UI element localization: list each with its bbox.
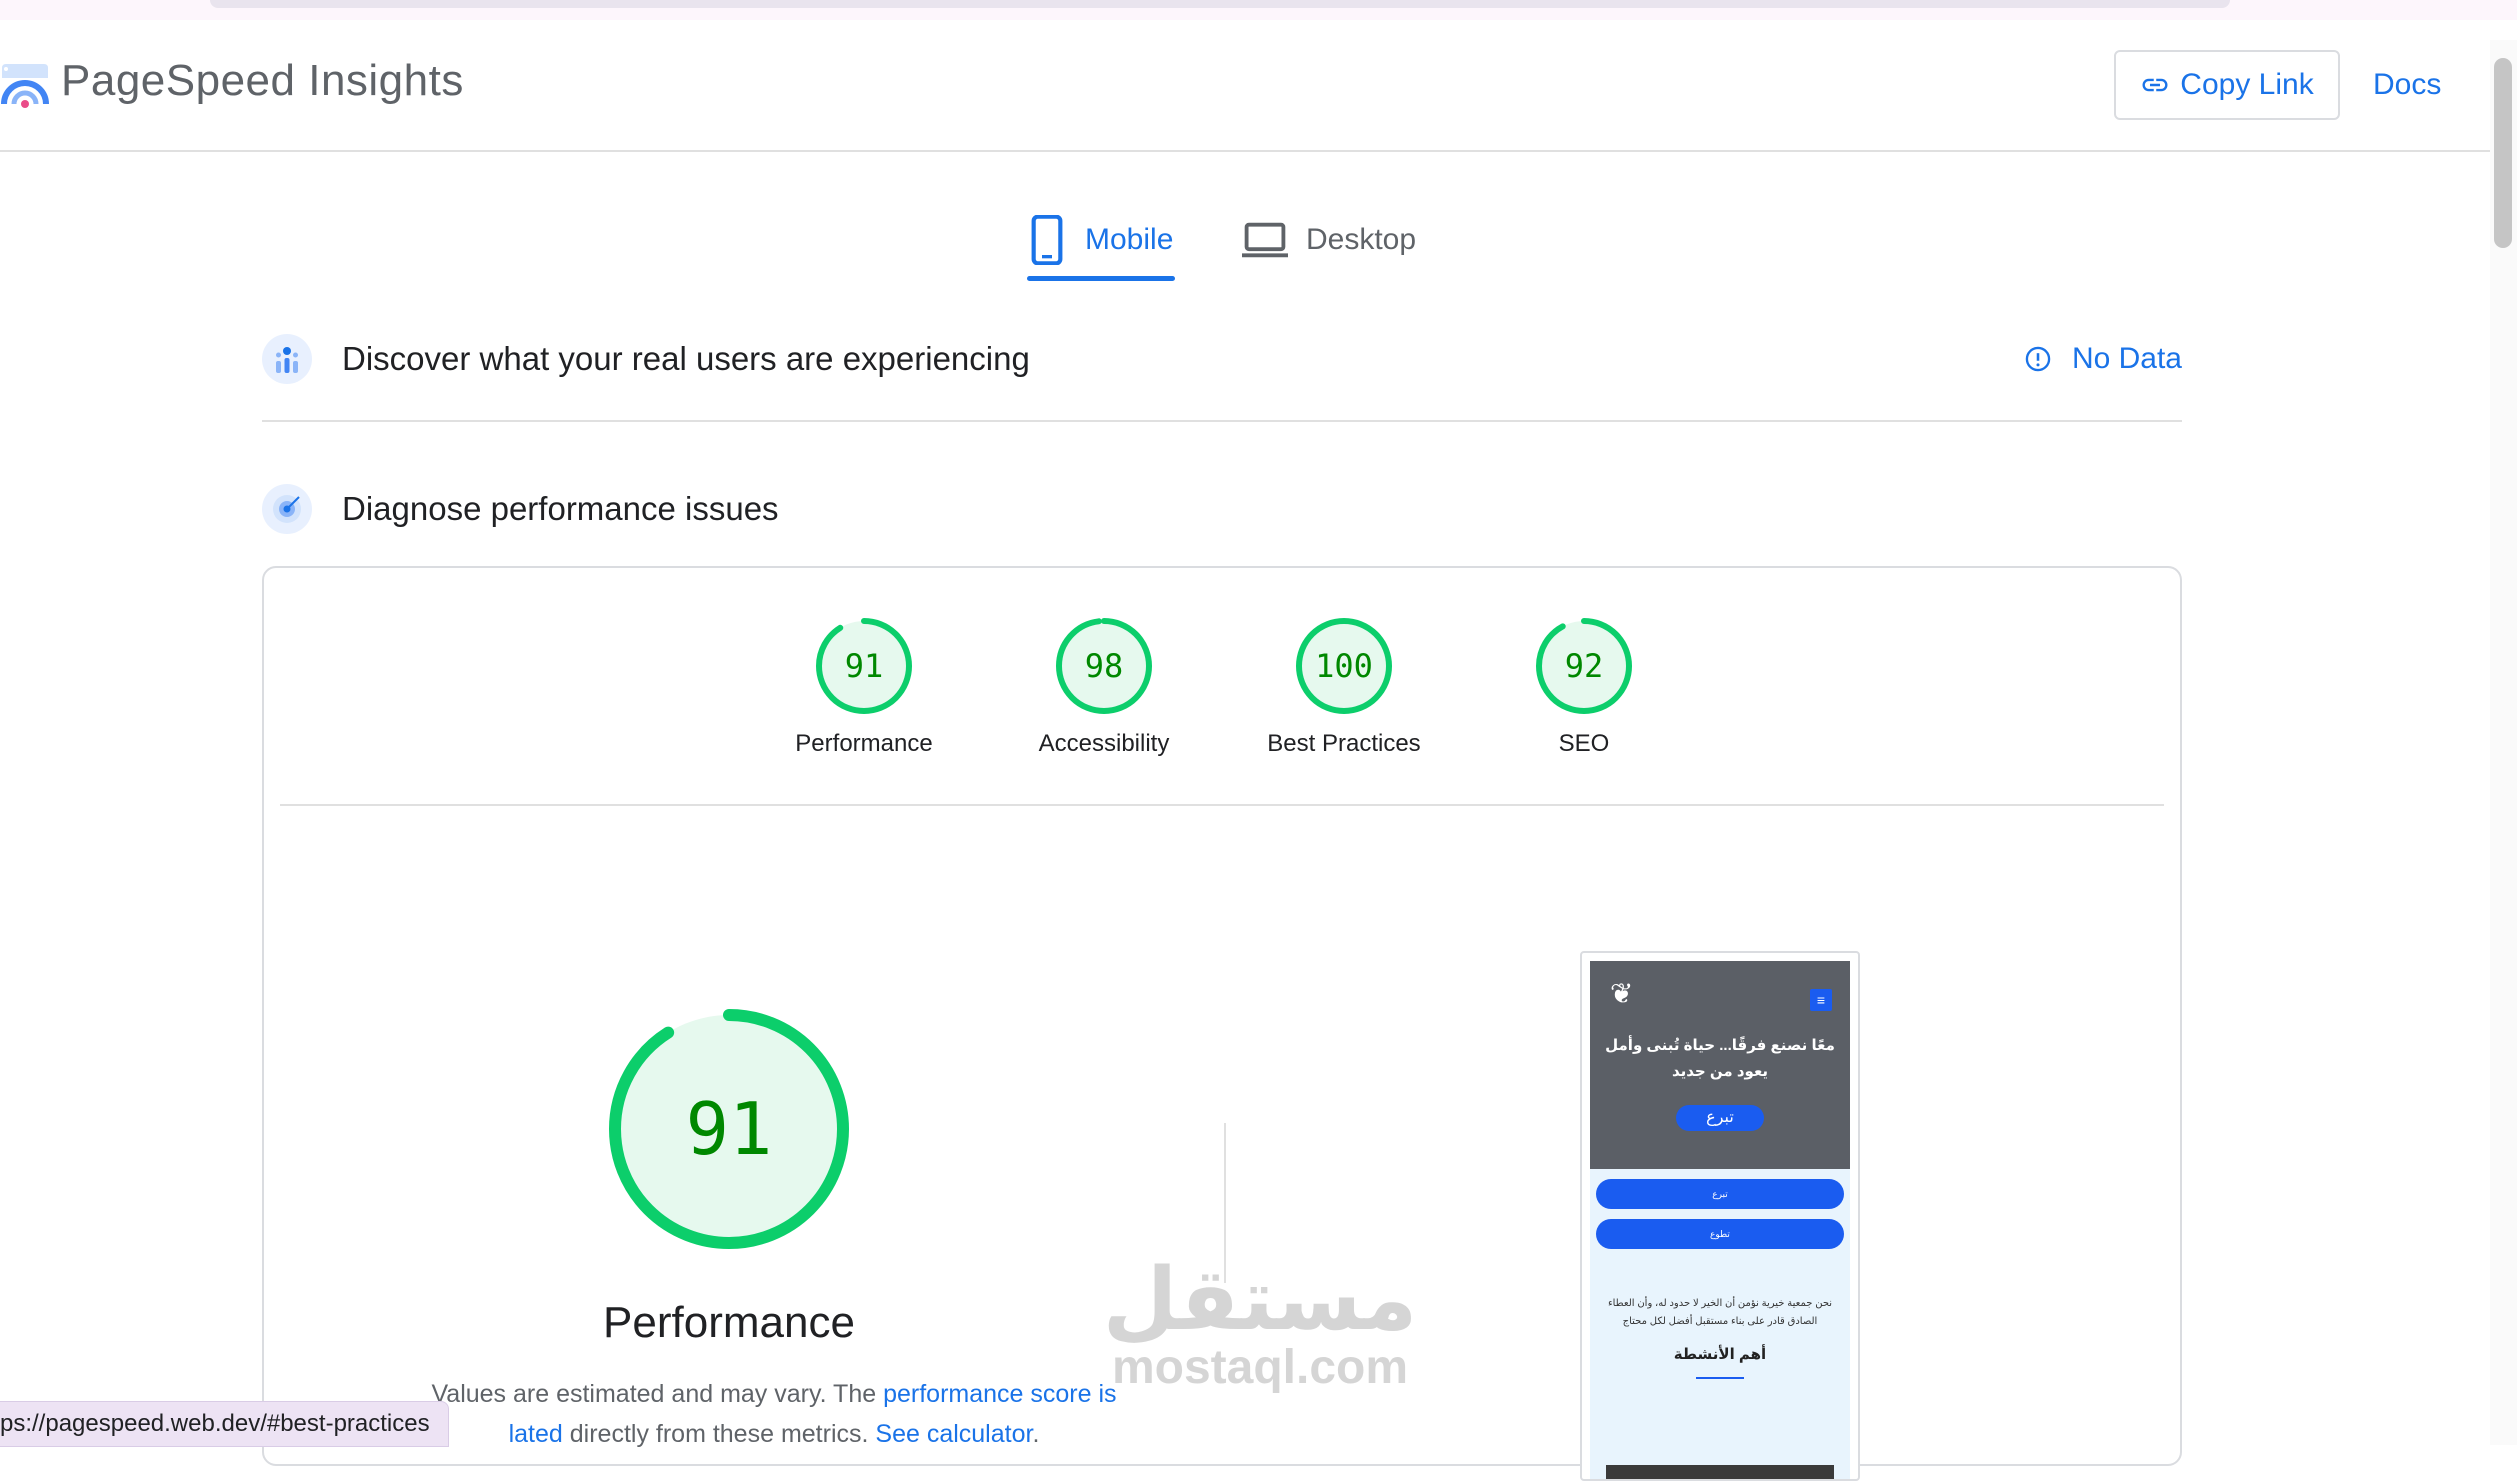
address-bar-edge[interactable]: [210, 0, 2230, 8]
brand-title[interactable]: PageSpeed Insights: [61, 56, 464, 106]
tab-mobile[interactable]: Mobile: [1027, 200, 1173, 280]
performance-big-score: 91: [686, 1087, 773, 1171]
status-bar-url: ps://pagespeed.web.dev/#best-practices: [0, 1401, 449, 1447]
performance-title: Performance: [603, 1298, 855, 1347]
gauge-performance[interactable]: 91 Performance: [764, 616, 964, 758]
gauge-label: Accessibility: [1038, 730, 1170, 757]
watermark: مستقل mostaql.com: [1100, 1252, 1420, 1395]
no-data-label: No Data: [2071, 342, 2182, 375]
app-header: PageSpeed Insights Copy Link Docs: [0, 20, 2490, 152]
docs-link[interactable]: Docs: [2373, 68, 2441, 102]
performance-note: Values are estimated and may vary. The p…: [374, 1374, 1174, 1454]
section-divider: [262, 420, 2182, 422]
gauge-seo[interactable]: 92 SEO: [1484, 616, 1684, 758]
gauge-label: SEO: [1558, 730, 1610, 757]
real-users-title: Discover what your real users are experi…: [342, 340, 1030, 377]
preview-logo-icon: ❦: [1610, 978, 1634, 1009]
page-screenshot-preview[interactable]: ❦ ≡ معًا نصنع فرقًا... حياة تُبنى وأمل ي…: [1580, 951, 1860, 1481]
see-calculator-link[interactable]: See calculator: [875, 1420, 1032, 1448]
preview-menu-icon: ≡: [1810, 989, 1832, 1011]
watermark-arabic: مستقل: [1102, 1252, 1418, 1348]
performance-big-gauge: 91: [609, 1009, 849, 1249]
real-users-icon: [262, 334, 312, 384]
preview-text: نحن جمعية خيرية نؤمن أن الخير لا حدود له…: [1607, 1298, 1833, 1327]
preview-image: [1606, 1465, 1834, 1479]
laptop-icon: [1242, 222, 1288, 258]
copy-link-button[interactable]: Copy Link: [2114, 50, 2340, 120]
gauge-score: 92: [1565, 647, 1604, 685]
preview-heading-underline: [1696, 1377, 1744, 1379]
copy-link-label: Copy Link: [2180, 68, 2314, 101]
preview-button-volunteer: تطوع: [1596, 1219, 1844, 1249]
smartphone-icon: [1031, 215, 1063, 265]
preview-donate-button: تبرع: [1676, 1105, 1764, 1131]
performance-score-link[interactable]: performance score is: [883, 1380, 1116, 1408]
info-icon: [2025, 346, 2051, 372]
gauge-label: Performance: [795, 730, 933, 757]
diagnose-title: Diagnose performance issues: [342, 490, 779, 527]
scrollbar-thumb[interactable]: [2494, 58, 2512, 248]
preview-hero: ❦ ≡ معًا نصنع فرقًا... حياة تُبنى وأمل ي…: [1590, 961, 1850, 1169]
no-data-indicator[interactable]: No Data: [2024, 342, 2182, 376]
diagnose-section: Diagnose performance issues: [262, 484, 2182, 534]
browser-top-strip: [0, 0, 2517, 20]
gauge-accessibility[interactable]: 98 Accessibility: [1004, 616, 1204, 758]
watermark-latin: mostaql.com: [1111, 1341, 1409, 1394]
gauge-score: 100: [1315, 647, 1373, 685]
preview-button-donate: تبرع: [1596, 1179, 1844, 1209]
note-text: Values are estimated and may vary. The: [431, 1380, 884, 1408]
tab-desktop[interactable]: Desktop: [1242, 200, 1416, 280]
gauge-best-practices[interactable]: 100 Best Practices: [1244, 616, 1444, 758]
gauge-score: 98: [1085, 647, 1124, 685]
page-scrollbar[interactable]: [2490, 40, 2517, 1445]
link-icon: [2142, 78, 2168, 92]
gauge-score: 91: [845, 647, 884, 685]
gauge-label: Best Practices: [1267, 730, 1421, 757]
note-text: .: [1032, 1420, 1040, 1448]
diagnose-icon: [262, 484, 312, 534]
pagespeed-logo-icon[interactable]: [0, 60, 50, 110]
tab-desktop-label: Desktop: [1306, 223, 1417, 256]
calculated-link[interactable]: lated: [509, 1420, 563, 1448]
selected-tab-indicator: [1027, 276, 1175, 281]
preview-heading: أهم الأنشطة: [1673, 1346, 1767, 1363]
tab-mobile-label: Mobile: [1085, 223, 1174, 256]
note-text: directly from these metrics.: [562, 1420, 876, 1448]
real-users-section: Discover what your real users are experi…: [262, 334, 2182, 384]
preview-headline: معًا نصنع فرقًا... حياة تُبنى وأمل يعود …: [1605, 1037, 1835, 1080]
gauges-divider: [280, 804, 2164, 806]
preview-body: تبرع تطوع نحن جمعية خيرية نؤمن أن الخير …: [1590, 1169, 1850, 1479]
